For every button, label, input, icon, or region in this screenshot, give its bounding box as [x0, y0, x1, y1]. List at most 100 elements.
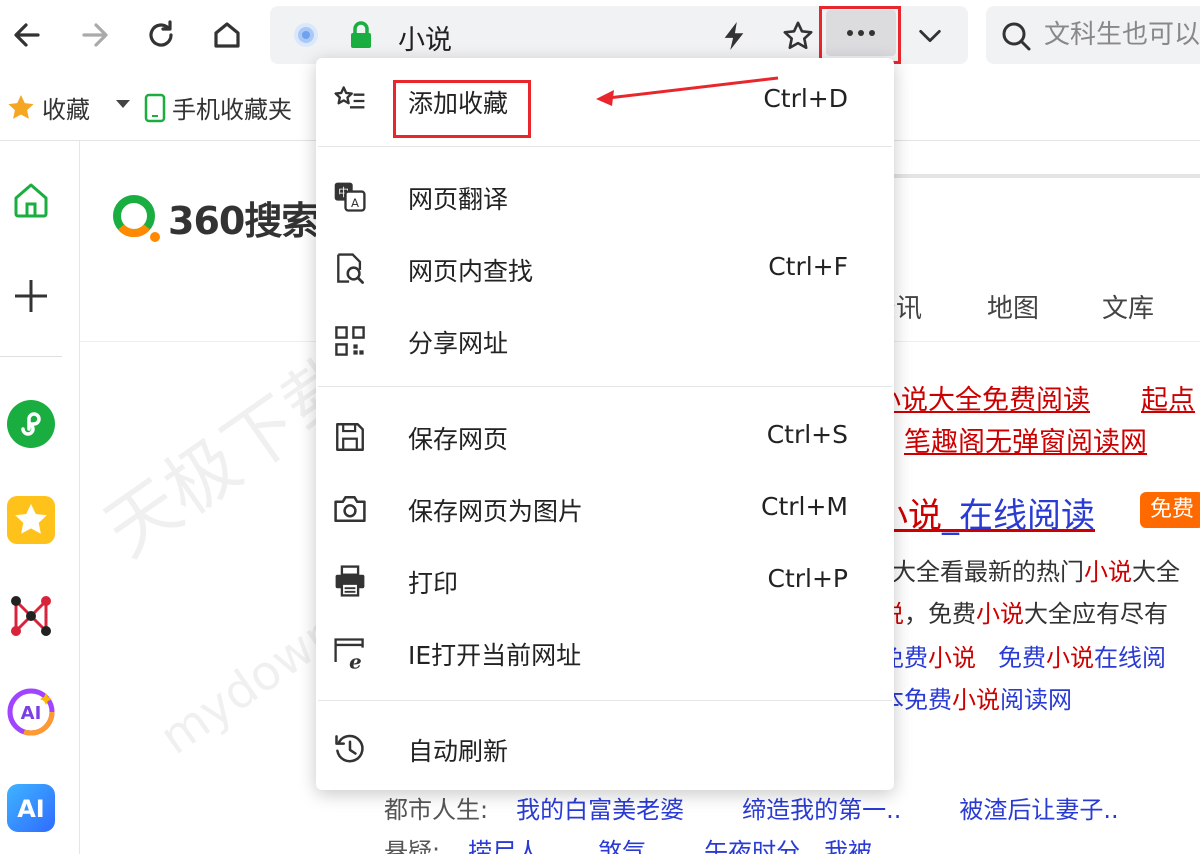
sidebar-ai-assistant-button[interactable]: AI	[6, 687, 56, 737]
lock-icon	[351, 21, 371, 48]
network-nodes-icon	[11, 596, 51, 636]
bookmark-favorites[interactable]: 收藏	[6, 90, 90, 125]
arrow-left-icon	[14, 23, 40, 47]
forward-button[interactable]	[72, 12, 118, 58]
menu-item-label: 网页内查找	[408, 257, 534, 286]
menu-item-translate[interactable]: 中A 网页翻译	[316, 166, 894, 226]
category-label: 悬疑:	[384, 838, 441, 854]
home-button[interactable]	[204, 12, 250, 58]
category-link[interactable]: 捞尸人	[468, 838, 540, 854]
menu-item-print[interactable]: 打印 Ctrl+P	[316, 550, 894, 610]
printer-icon	[330, 561, 370, 601]
sidebar-miniprogram-button[interactable]	[6, 399, 56, 449]
search-input[interactable]	[1044, 6, 1200, 64]
result-snippet-line: 大全看最新的热门小说大全	[892, 558, 1180, 586]
bookmark-mobile-label: 手机收藏夹	[172, 96, 292, 124]
sublink[interactable]: 免费小说	[880, 644, 976, 672]
qr-code-icon	[330, 321, 370, 361]
save-icon	[330, 417, 370, 457]
translate-icon: 中A	[330, 177, 370, 217]
menu-separator	[318, 386, 892, 387]
result-title-rest: _在线阅读	[942, 496, 1095, 536]
result-snippet-line: 说，免费小说大全应有尽有	[880, 600, 1168, 628]
menu-item-shortcut: Ctrl+D	[763, 84, 848, 113]
category-link[interactable]: 午夜时分，我被..	[704, 838, 887, 854]
sublink[interactable]: 免费小说在线阅	[998, 644, 1166, 672]
category-link[interactable]: 我的白富美老婆	[516, 796, 684, 824]
category-link[interactable]: 被渣后让妻子..	[959, 796, 1118, 824]
address-dropdown-button[interactable]	[912, 18, 948, 54]
menu-item-share-url[interactable]: 分享网址	[316, 310, 894, 370]
menu-item-find-in-page[interactable]: 网页内查找 Ctrl+F	[316, 238, 894, 298]
sidebar-add-button[interactable]	[6, 271, 56, 321]
ai-circle-icon: AI	[7, 688, 55, 736]
chevron-down-icon	[919, 29, 941, 43]
menu-item-shortcut: Ctrl+M	[761, 492, 848, 521]
menu-item-label: 保存网页	[408, 425, 509, 454]
menu-item-open-in-ie[interactable]: e IE打开当前网址	[316, 622, 894, 682]
home-icon	[214, 22, 240, 48]
menu-separator	[318, 146, 892, 147]
logo-text: 360搜索	[168, 199, 319, 243]
result-sublinks-row: 免费小说 免费小说在线阅	[880, 638, 1166, 673]
menu-item-auto-refresh[interactable]: 自动刷新	[316, 718, 894, 778]
speed-mode-button[interactable]	[716, 18, 752, 54]
reload-button[interactable]	[138, 12, 184, 58]
menu-item-label: 分享网址	[408, 329, 509, 358]
menu-item-label: 网页翻译	[408, 185, 509, 214]
menu-item-shortcut: Ctrl+F	[768, 252, 848, 281]
sublink[interactable]: 本免费小说阅读网	[880, 686, 1072, 714]
menu-separator	[318, 700, 892, 701]
sidebar-separator	[0, 356, 62, 357]
svg-text:e: e	[349, 649, 362, 671]
related-link[interactable]: 笔趣阁无弹窗阅读网	[904, 420, 1147, 459]
home-green-icon	[14, 183, 48, 218]
menu-item-shortcut: Ctrl+P	[767, 564, 848, 593]
bookmark-star-button[interactable]	[780, 18, 816, 54]
menu-item-label: 添加收藏	[408, 89, 509, 118]
back-button[interactable]	[4, 12, 50, 58]
menu-item-label: 打印	[408, 569, 459, 598]
arrow-right-icon	[82, 23, 108, 47]
reload-icon	[149, 20, 173, 47]
result-title-link[interactable]: 小说_在线阅读	[874, 488, 1095, 537]
site-logo[interactable]: 360搜索	[110, 190, 319, 245]
svg-text:AI: AI	[17, 795, 45, 823]
free-badge: 免费	[1140, 492, 1200, 528]
bookmark-favorites-label: 收藏	[42, 96, 90, 124]
find-in-page-icon	[330, 249, 370, 289]
category-row: 悬疑: 捞尸人 煞气 午夜时分，我被..	[384, 832, 945, 854]
menu-item-add-favorite[interactable]: 添加收藏 Ctrl+D	[316, 70, 894, 130]
menu-item-save-page[interactable]: 保存网页 Ctrl+S	[316, 406, 894, 466]
sidebar-ai-app-button[interactable]: AI	[6, 783, 56, 833]
category-link[interactable]: 缔造我的第一..	[742, 796, 901, 824]
mobile-phone-icon	[144, 93, 166, 122]
menu-item-label: IE打开当前网址	[408, 641, 582, 670]
star-icon	[8, 94, 34, 119]
result-sublinks-row: 本免费小说阅读网	[880, 680, 1072, 715]
ie-icon: e	[330, 633, 370, 673]
bookmark-mobile-favorites[interactable]: 手机收藏夹	[144, 90, 292, 125]
related-link[interactable]: 起点	[1141, 378, 1195, 417]
sidebar-favorites-button[interactable]	[6, 495, 56, 545]
related-link[interactable]: 小说大全免费阅读	[874, 378, 1090, 417]
category-label: 都市人生:	[384, 796, 489, 824]
bookmark-dropdown-caret-icon[interactable]	[116, 100, 130, 108]
menu-item-label: 保存网页为图片	[408, 497, 584, 526]
tab-library[interactable]: 文库	[1102, 288, 1154, 325]
more-menu-button[interactable]	[826, 10, 896, 56]
menu-item-save-as-image[interactable]: 保存网页为图片 Ctrl+M	[316, 478, 894, 538]
more-dots-icon	[847, 30, 853, 36]
svg-text:A: A	[351, 196, 359, 210]
page-search-box-edge	[892, 174, 1200, 178]
360-logo-icon	[113, 194, 160, 242]
address-bar[interactable]: 小说	[270, 6, 968, 64]
address-text[interactable]: 小说	[398, 18, 452, 57]
sidebar-graph-app-button[interactable]	[6, 591, 56, 641]
category-link[interactable]: 煞气	[598, 838, 646, 854]
sidebar-home-button[interactable]	[6, 175, 56, 225]
search-box[interactable]	[986, 6, 1200, 64]
camera-icon	[330, 489, 370, 529]
tab-map[interactable]: 地图	[987, 288, 1039, 325]
star-square-icon	[7, 496, 55, 544]
